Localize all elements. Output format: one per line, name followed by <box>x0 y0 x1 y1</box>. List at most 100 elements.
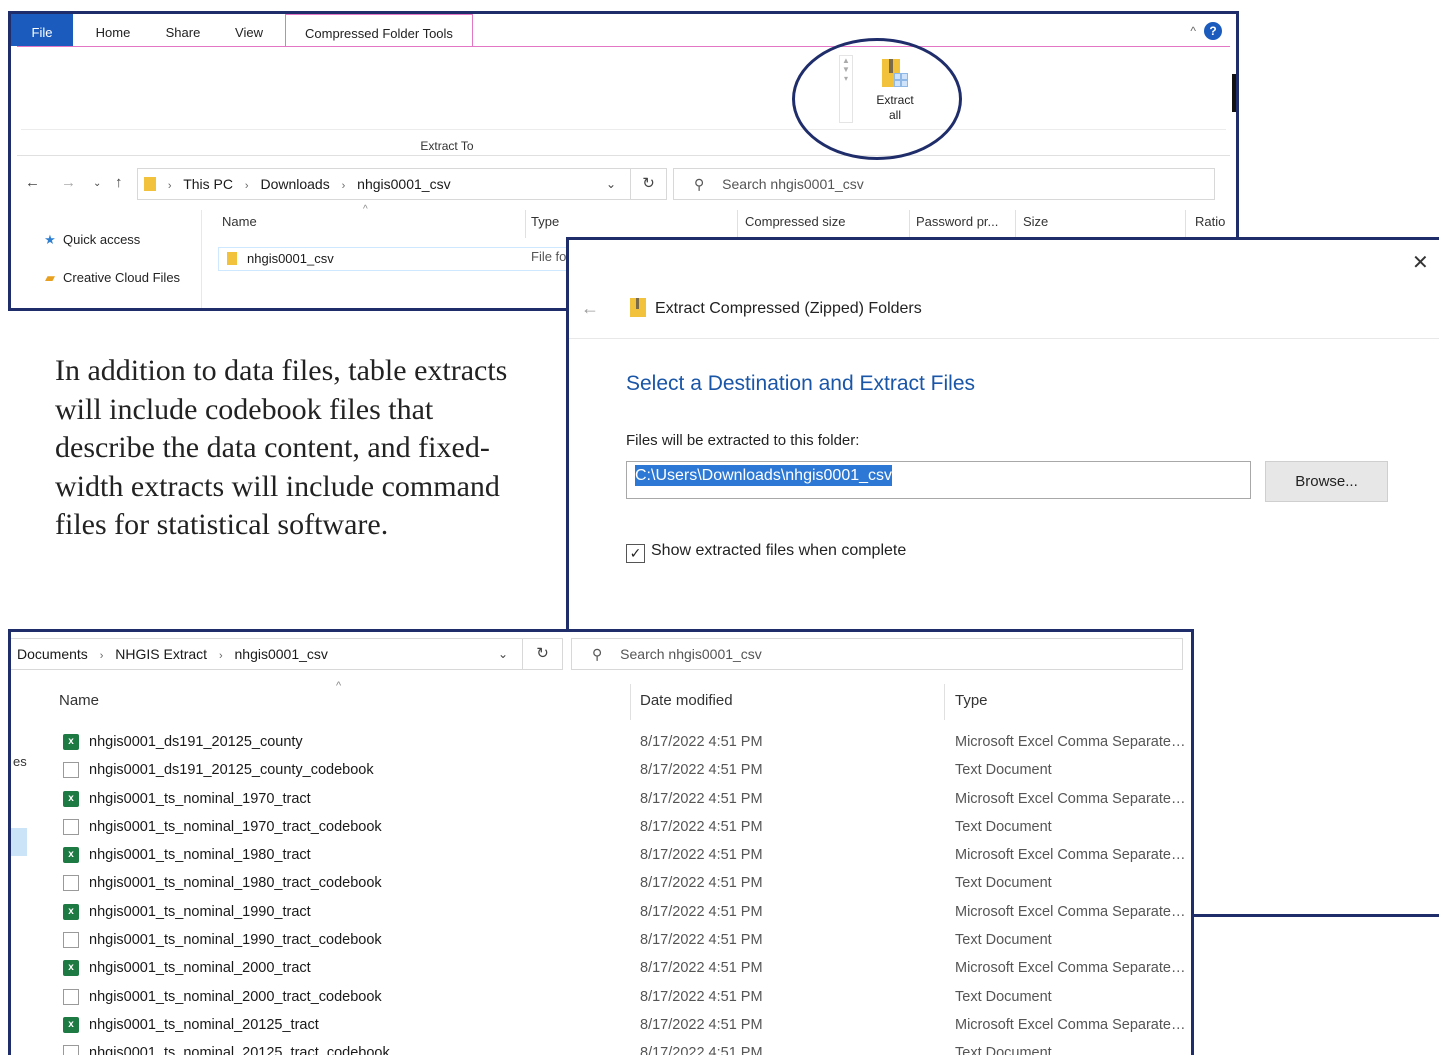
column-type[interactable]: Type <box>955 692 988 709</box>
file-row[interactable]: nhgis0001_ts_nominal_1980_tract 8/17/2022… <box>11 841 1191 869</box>
column-compressed-size[interactable]: Compressed size <box>745 214 845 229</box>
address-dropdown-icon[interactable]: ⌄ <box>498 639 508 669</box>
column-separator[interactable] <box>1015 210 1016 238</box>
tab-view[interactable]: View <box>219 14 279 46</box>
file-type: Text Document <box>955 988 1052 1005</box>
file-date-modified: 8/17/2022 4:51 PM <box>640 988 763 1005</box>
ribbon-group-extract-to: Extract To <box>420 139 474 153</box>
text-icon <box>63 1045 79 1055</box>
file-type: Microsoft Excel Comma Separated Values F… <box>955 734 1187 750</box>
browse-button[interactable]: Browse... <box>1265 461 1388 502</box>
column-type[interactable]: Type <box>531 214 559 229</box>
file-date-modified: 8/17/2022 4:51 PM <box>640 1045 763 1055</box>
file-row[interactable]: nhgis0001_ts_nominal_20125_tract 8/17/202… <box>11 1011 1191 1039</box>
column-separator[interactable] <box>944 684 945 720</box>
show-files-option[interactable]: ✓ Show extracted files when complete <box>626 542 906 563</box>
scrollbar-thumb[interactable] <box>1232 74 1236 112</box>
search-input[interactable]: ⚲ Search nhgis0001_csv <box>673 168 1215 200</box>
tab-home[interactable]: Home <box>81 14 145 46</box>
file-date-modified: 8/17/2022 4:51 PM <box>640 762 763 779</box>
file-name: nhgis0001_ds191_20125_county_codebook <box>89 762 374 779</box>
file-row[interactable]: nhgis0001_ds191_20125_county_codebook 8/1… <box>11 756 1191 784</box>
column-ratio[interactable]: Ratio <box>1195 214 1225 229</box>
address-bar[interactable]: › This PC › Downloads › nhgis0001_csv ⌄ … <box>137 168 667 200</box>
breadcrumb-documents[interactable]: Documents <box>17 646 88 662</box>
file-row[interactable]: nhgis0001_ts_nominal_2000_tract_codebook… <box>11 983 1191 1011</box>
column-name[interactable]: Name <box>59 692 99 709</box>
tab-share[interactable]: Share <box>151 14 215 46</box>
up-arrow-icon[interactable]: ↑ <box>115 174 123 191</box>
file-type: Text Document <box>955 932 1052 949</box>
file-type: Text Document <box>955 875 1052 892</box>
file-row[interactable]: nhgis0001_ts_nominal_2000_tract 8/17/2022… <box>11 954 1191 982</box>
file-date-modified: 8/17/2022 4:51 PM <box>640 875 763 892</box>
ribbon-tab-bar: File Home Share View Compressed Folder T… <box>11 14 1236 46</box>
address-bar[interactable]: Documents › NHGIS Extract › nhgis0001_cs… <box>11 638 563 670</box>
column-separator[interactable] <box>1185 210 1186 238</box>
column-name[interactable]: Name <box>222 214 257 229</box>
extract-all-label-line2: all <box>888 108 901 122</box>
back-arrow-icon[interactable]: ← <box>581 298 599 319</box>
breadcrumb-this-pc[interactable]: This PC <box>183 176 233 192</box>
show-files-checkbox[interactable]: ✓ <box>626 544 645 563</box>
extracted-folder-window: Documents › NHGIS Extract › nhgis0001_cs… <box>8 629 1194 1055</box>
nav-creative-cloud-label: Creative Cloud Files <box>63 270 181 285</box>
destination-path-input[interactable]: C:\Users\Downloads\nhgis0001_csv <box>626 461 1251 499</box>
file-row[interactable]: nhgis0001_ds191_20125_county 8/17/2022 4:… <box>11 728 1191 756</box>
refresh-icon[interactable]: ↻ <box>630 169 666 199</box>
navigation-pane: ★ Quick access ▰ Creative Cloud Files <box>11 210 201 308</box>
file-name: nhgis0001_ts_nominal_2000_tract_codebook <box>89 988 382 1005</box>
column-date-modified[interactable]: Date modified <box>640 692 733 709</box>
instruction-text: In addition to data files, table extract… <box>55 354 508 541</box>
column-password-protected[interactable]: Password pr... <box>916 214 998 229</box>
show-files-label: Show extracted files when complete <box>651 542 907 559</box>
search-input[interactable]: ⚲ Search nhgis0001_csv <box>571 638 1183 670</box>
nav-quick-access[interactable]: ★ Quick access <box>41 232 140 248</box>
help-icon[interactable]: ? <box>1204 22 1222 40</box>
column-size[interactable]: Size <box>1023 214 1048 229</box>
excel-icon <box>63 960 79 977</box>
file-type: Microsoft Excel Comma Separated Values F… <box>955 903 1187 920</box>
file-row[interactable]: nhgis0001_csv <box>218 247 578 271</box>
file-row[interactable]: nhgis0001_ts_nominal_1970_tract 8/17/2022… <box>11 785 1191 813</box>
tab-file[interactable]: File <box>11 14 73 46</box>
file-name: nhgis0001_ds191_20125_county <box>89 734 303 750</box>
file-type: Microsoft Excel Comma Separated Values F… <box>955 790 1187 807</box>
file-type: Text Document <box>955 1045 1052 1055</box>
file-name: nhgis0001_ts_nominal_1970_tract <box>89 790 311 807</box>
collapse-ribbon-icon[interactable]: ^ <box>1190 24 1196 38</box>
tab-compressed-folder-tools[interactable]: Compressed Folder Tools <box>285 14 473 46</box>
file-row[interactable]: nhgis0001_ts_nominal_20125_tract_codeboo… <box>11 1039 1191 1055</box>
extract-all-button[interactable]: Extract all <box>865 55 925 137</box>
file-row[interactable]: nhgis0001_ts_nominal_1970_tract_codebook… <box>11 813 1191 841</box>
nav-creative-cloud-files[interactable]: ▰ Creative Cloud Files <box>41 270 180 286</box>
column-separator[interactable] <box>525 210 526 238</box>
column-separator[interactable] <box>909 210 910 238</box>
column-separator[interactable] <box>630 684 631 720</box>
recent-locations-icon[interactable]: ⌄ <box>93 178 101 189</box>
breadcrumb-nhgis-extract[interactable]: NHGIS Extract <box>115 646 207 662</box>
close-icon[interactable]: ✕ <box>1412 250 1429 275</box>
breadcrumb-downloads[interactable]: Downloads <box>260 176 329 192</box>
back-arrow-icon[interactable]: ← <box>25 174 40 191</box>
excel-icon <box>63 734 79 750</box>
file-date-modified: 8/17/2022 4:51 PM <box>640 932 763 949</box>
address-dropdown-icon[interactable]: ⌄ <box>606 169 616 199</box>
ribbon-gallery-scroll[interactable]: ▲ ▼ ▾ <box>839 55 853 123</box>
column-separator[interactable] <box>737 210 738 238</box>
breadcrumb-nhgis0001-csv[interactable]: nhgis0001_csv <box>357 176 450 192</box>
text-icon <box>63 875 79 892</box>
file-type: Text Document <box>955 818 1052 835</box>
dialog-progress-accent <box>1209 914 1319 917</box>
zip-folder-icon <box>880 55 910 89</box>
file-row[interactable]: nhgis0001_ts_nominal_1990_tract_codebook… <box>11 926 1191 954</box>
file-row[interactable]: nhgis0001_ts_nominal_1980_tract_codebook… <box>11 869 1191 897</box>
zip-folder-icon <box>629 296 647 323</box>
star-icon: ★ <box>44 232 56 247</box>
breadcrumb-nhgis0001-csv[interactable]: nhgis0001_csv <box>235 646 328 662</box>
file-name: nhgis0001_ts_nominal_1990_tract_codebook <box>89 932 382 949</box>
file-row[interactable]: nhgis0001_ts_nominal_1990_tract 8/17/2022… <box>11 898 1191 926</box>
forward-arrow-icon[interactable]: → <box>61 174 76 191</box>
file-date-modified: 8/17/2022 4:51 PM <box>640 903 763 920</box>
refresh-icon[interactable]: ↻ <box>522 639 562 669</box>
